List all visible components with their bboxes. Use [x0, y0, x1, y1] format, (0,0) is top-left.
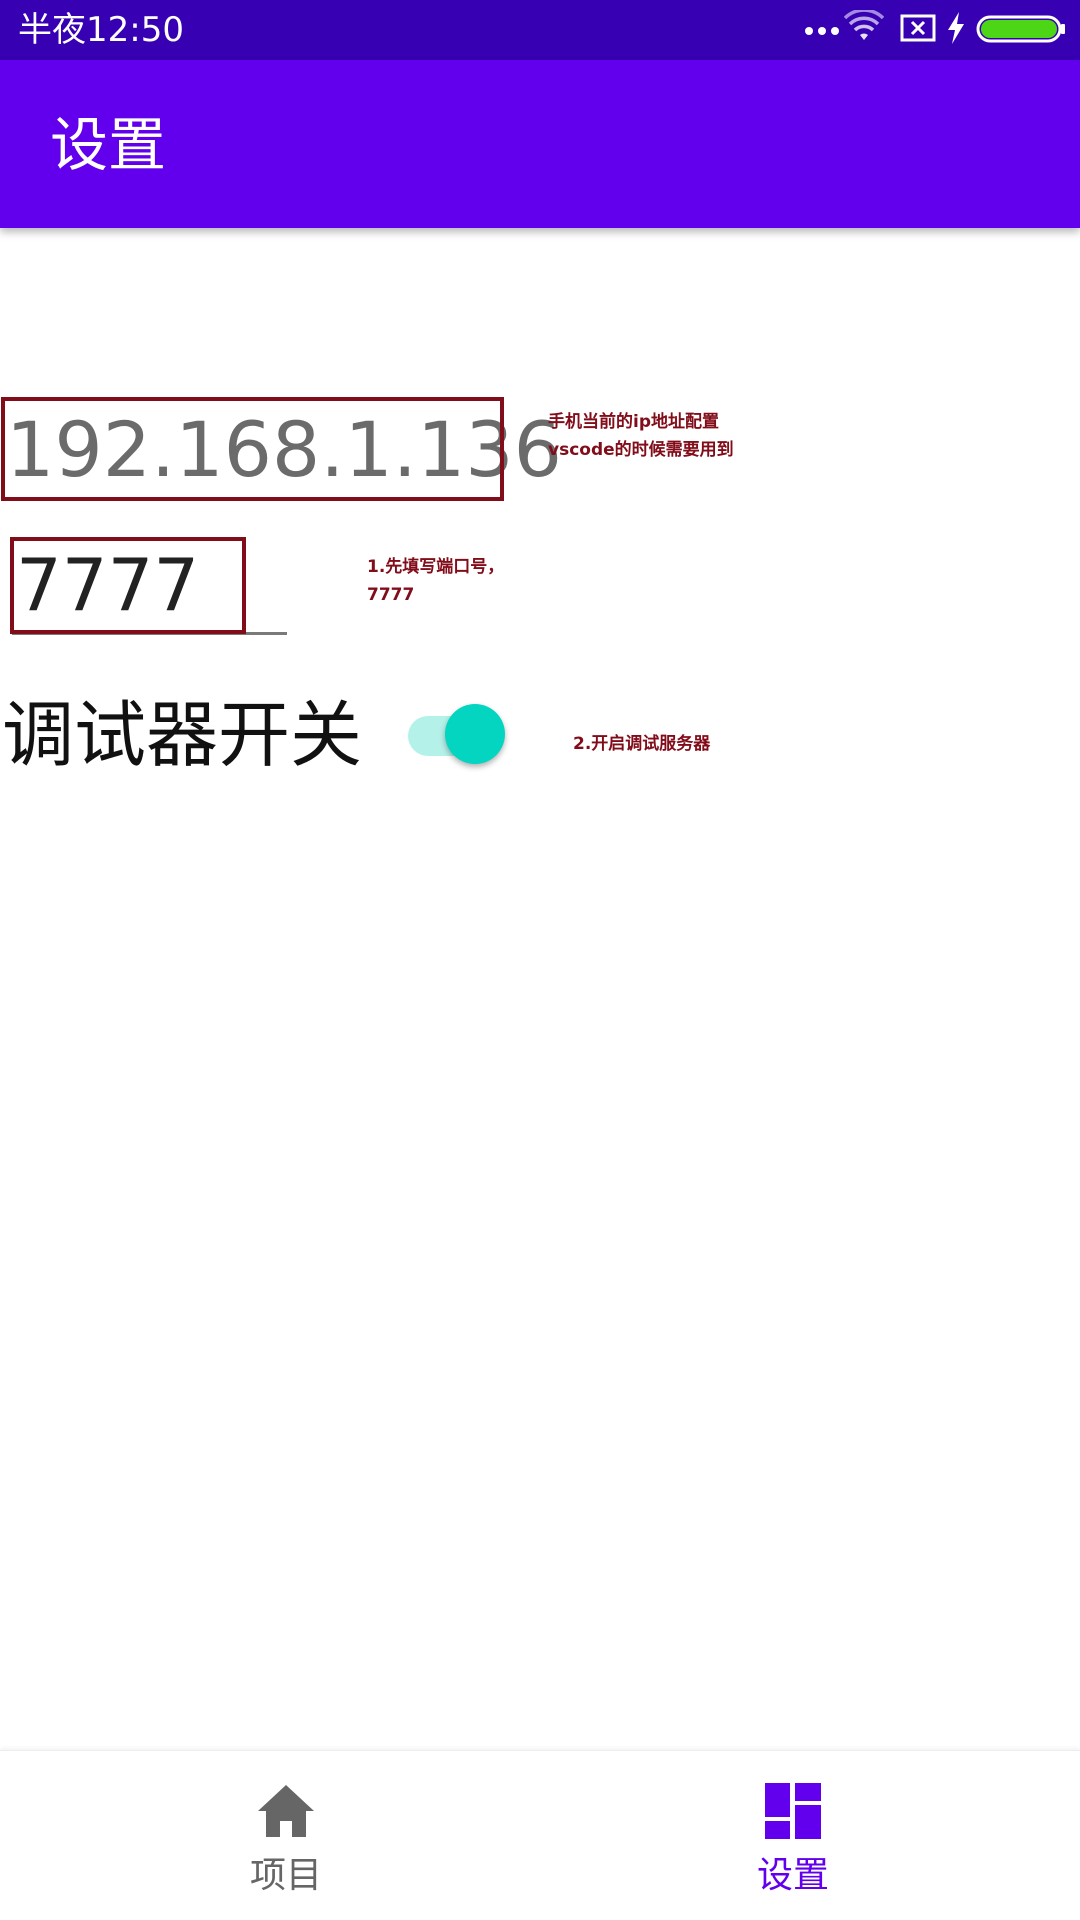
- dashboard-icon: [765, 1783, 821, 1839]
- nav-label-projects: 项目: [249, 1855, 322, 1896]
- ip-annotation: 手机当前的ip地址配置vscode的时候需要用到: [548, 412, 734, 460]
- switch-thumb: [445, 704, 505, 764]
- more-dots-icon: [805, 27, 839, 35]
- status-bar: 半夜12:50: [0, 0, 1080, 60]
- page-title: 设置: [50, 111, 167, 179]
- bottom-navigation: 项目 设置: [0, 1750, 1080, 1920]
- no-sim-icon: [900, 14, 936, 42]
- charging-bolt-icon: [948, 12, 964, 44]
- battery-icon: [976, 15, 1065, 43]
- nav-item-settings[interactable]: 设置: [540, 1751, 1080, 1920]
- wifi-icon: [844, 10, 884, 40]
- debugger-switch[interactable]: [408, 702, 508, 768]
- debugger-switch-label: 调试器开关: [2, 693, 363, 777]
- nav-label-settings: 设置: [756, 1855, 829, 1896]
- app-bar: 设置: [0, 60, 1080, 228]
- switch-annotation: 2.开启调试服务器: [573, 734, 711, 754]
- port-annotation: 1.先填写端口号，7777: [367, 557, 505, 605]
- port-input[interactable]: [12, 537, 287, 635]
- nav-item-projects[interactable]: 项目: [0, 1751, 540, 1920]
- home-icon: [258, 1785, 314, 1837]
- ip-highlight-box: [1, 397, 504, 501]
- status-time: 半夜12:50: [18, 10, 184, 50]
- screen: 半夜12:50 设置 192.168.1.136 手机当前的ip地址配置vsco…: [0, 0, 1080, 1920]
